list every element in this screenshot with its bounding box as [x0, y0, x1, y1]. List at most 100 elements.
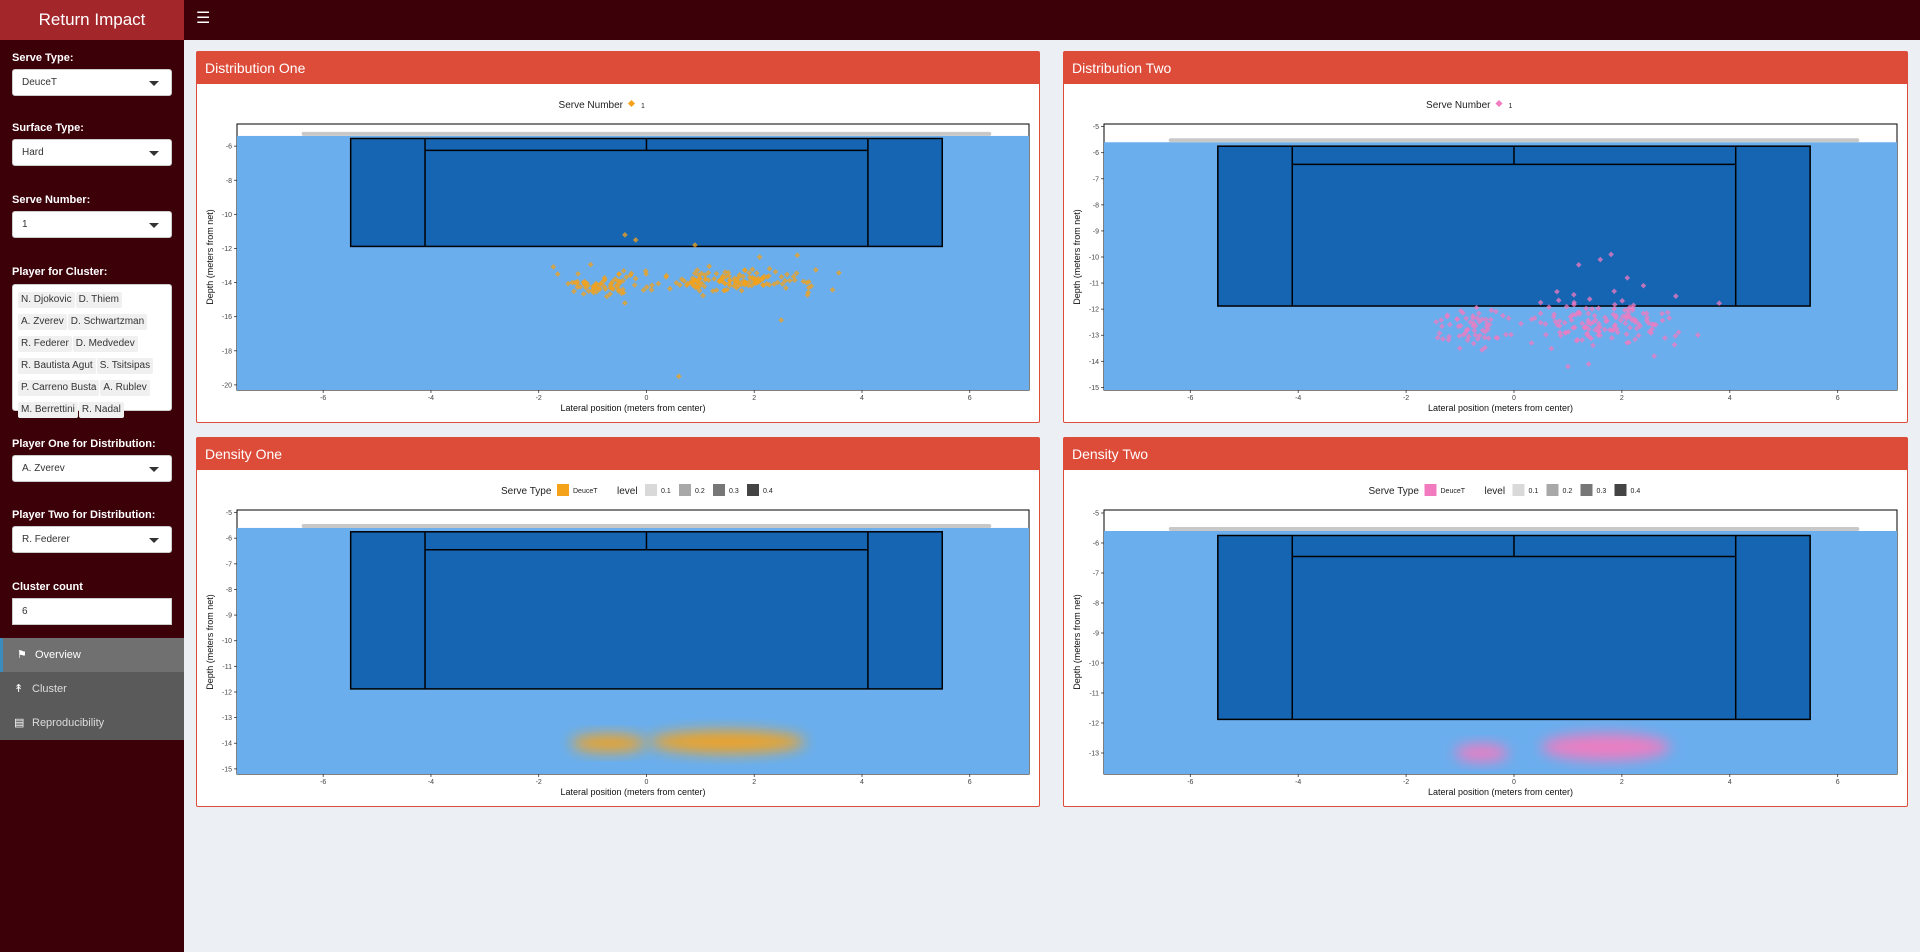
- player-tag[interactable]: S. Tsitsipas: [96, 358, 154, 374]
- x-tick-label: 4: [860, 395, 864, 402]
- x-tick-label: 0: [1512, 779, 1516, 786]
- sidebar-item-reproducibility[interactable]: ▤ Reproducibility: [0, 706, 184, 740]
- y-tick-label: -8: [1093, 601, 1099, 608]
- player-tag[interactable]: R. Nadal: [78, 402, 124, 418]
- density-two-chart: Serve Type DeuceT level 0.1 0.2 0.3 0.4 -6 -4 -2 0…: [1072, 484, 1898, 797]
- legend-level-label: 0.3: [729, 488, 739, 495]
- serve-number-select[interactable]: 1: [12, 211, 172, 238]
- y-tick-label: -15: [222, 766, 232, 773]
- x-tick-label: 2: [752, 779, 756, 786]
- legend-level-label: 0.4: [763, 488, 773, 495]
- serve-type-label: Serve Type:: [12, 52, 74, 64]
- player-tag[interactable]: M. Berrettini: [18, 402, 78, 418]
- x-axis-label: Lateral position (meters from center): [1428, 787, 1573, 797]
- top-navbar: ☰: [184, 0, 1920, 40]
- legend-level-swatch: [679, 484, 691, 496]
- x-tick-label: -4: [1295, 779, 1301, 786]
- legend-title: Serve Type: [501, 486, 552, 497]
- x-tick-label: -6: [320, 395, 326, 402]
- y-tick-label: -8: [226, 587, 232, 594]
- sidebar-item-label: Overview: [35, 649, 81, 661]
- density-blob: [1454, 744, 1509, 762]
- y-tick-label: -5: [1093, 124, 1099, 131]
- y-tick-label: -8: [226, 178, 232, 185]
- player-tag[interactable]: N. Djokovic: [18, 292, 75, 308]
- y-tick-label: -13: [1089, 333, 1099, 340]
- y-tick-label: -9: [1093, 631, 1099, 638]
- y-tick-label: -6: [226, 536, 232, 543]
- y-tick-label: -16: [222, 314, 232, 321]
- sidebar-item-label: Cluster: [32, 683, 67, 695]
- legend-level-label: 0.2: [695, 488, 705, 495]
- y-tick-label: -6: [1093, 541, 1099, 548]
- box-title: Density Two: [1064, 438, 1907, 470]
- legend-item-label: 1: [1509, 103, 1513, 110]
- distribution-two-box: Distribution Two Serve Number 1 -6 -4 -2 0 2 4 6…: [1063, 51, 1908, 423]
- player-cluster-multiselect[interactable]: N. Djokovic D. Thiem A. Zverev D. Schwartz…: [12, 284, 172, 418]
- net-band: [301, 523, 992, 528]
- player-two-label: Player Two for Distribution:: [12, 509, 156, 521]
- chevron-down-icon: [149, 151, 159, 156]
- x-tick-label: 4: [1728, 395, 1732, 402]
- y-tick-label: -14: [222, 741, 232, 748]
- player-tag[interactable]: A. Zverev: [18, 314, 67, 330]
- player-tag[interactable]: D. Thiem: [75, 292, 122, 308]
- court-inner: [1217, 534, 1811, 721]
- density-one-box: Density One Serve Type DeuceT level 0.1 0.2 0…: [196, 437, 1040, 807]
- density-two-box: Density Two Serve Type DeuceT level 0.1 0.2 0…: [1063, 437, 1908, 807]
- y-tick-label: -7: [1093, 571, 1099, 578]
- legend-marker: [627, 99, 636, 108]
- box-title: Distribution Two: [1064, 52, 1907, 84]
- x-tick-label: 4: [860, 779, 864, 786]
- player-one-value: A. Zverev: [22, 463, 65, 474]
- legend-level-label: 0.3: [1597, 488, 1607, 495]
- player-two-value: R. Federer: [22, 534, 70, 545]
- sidebar-item-cluster[interactable]: ↟ Cluster: [0, 672, 184, 706]
- y-tick-label: -10: [222, 212, 232, 219]
- serve-number-label: Serve Number:: [12, 194, 91, 206]
- x-axis-label: Lateral position (meters from center): [560, 403, 705, 413]
- y-tick-label: -12: [222, 246, 232, 253]
- x-tick-label: 0: [1512, 395, 1516, 402]
- court-inner: [349, 137, 944, 248]
- legend-marker: [1495, 99, 1503, 108]
- y-tick-label: -11: [1089, 691, 1099, 698]
- court-inner: [349, 531, 944, 690]
- player-tag[interactable]: D. Medvedev: [72, 336, 138, 352]
- y-tick-label: -15: [1089, 385, 1099, 392]
- sidebar-item-overview[interactable]: ⚑ Overview: [0, 638, 184, 672]
- player-tag[interactable]: P. Carreno Busta: [18, 380, 100, 396]
- legend-level-label: 0.1: [1529, 488, 1539, 495]
- distribution-one-box: Distribution One Serve Number 1 -6 -4 -2 0 2 4 6…: [196, 51, 1040, 423]
- player-tag[interactable]: A. Rublev: [100, 380, 150, 396]
- y-tick-label: -12: [222, 689, 232, 696]
- player-tag[interactable]: R. Federer: [18, 336, 72, 352]
- y-tick-label: -6: [226, 144, 232, 151]
- sidebar-menu: ⚑ Overview ↟ Cluster ▤ Reproducibility: [0, 638, 184, 740]
- serve-number-value: 1: [22, 219, 28, 230]
- player-cluster-label: Player for Cluster:: [12, 266, 108, 278]
- distribution-one-chart: Serve Number 1-6 -4 -2 0 2 4 6-6-8-10-12-14-16-…: [205, 99, 1030, 413]
- legend-level-swatch: [747, 484, 759, 496]
- y-tick-label: -7: [1093, 176, 1099, 183]
- hamburger-menu-icon[interactable]: ☰: [196, 11, 210, 27]
- cluster-count-input[interactable]: 6: [12, 598, 172, 625]
- x-tick-label: 6: [968, 779, 972, 786]
- player-tag[interactable]: R. Bautista Agut: [18, 358, 96, 374]
- player-two-select[interactable]: R. Federer: [12, 526, 172, 553]
- x-tick-label: -4: [1295, 395, 1301, 402]
- player-one-select[interactable]: A. Zverev: [12, 455, 172, 482]
- distribution-two-chart: Serve Number 1 -6 -4 -2 0 2 4 6 -5 -6 -7 -8 -9 -10 -11 -…: [1072, 99, 1898, 413]
- y-axis-label: Depth (meters from net): [1072, 594, 1082, 690]
- x-tick-label: 6: [1836, 395, 1840, 402]
- y-tick-label: -14: [222, 280, 232, 287]
- net-band: [301, 131, 992, 136]
- serve-type-select[interactable]: DeuceT: [12, 69, 172, 96]
- y-tick-label: -5: [226, 510, 232, 517]
- x-tick-label: 6: [968, 395, 972, 402]
- legend-item-label: DeuceT: [1441, 488, 1466, 495]
- legend-item-label: DeuceT: [573, 488, 598, 495]
- surface-type-select[interactable]: Hard: [12, 139, 172, 166]
- legend-level-label: 0.1: [661, 488, 671, 495]
- player-tag[interactable]: D. Schwartzman: [67, 314, 148, 330]
